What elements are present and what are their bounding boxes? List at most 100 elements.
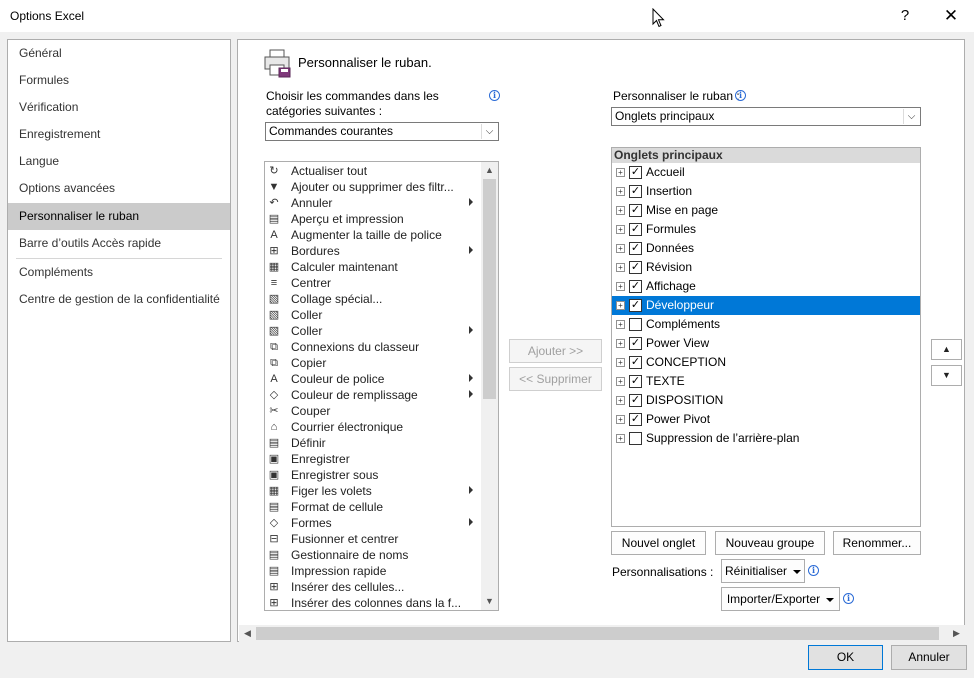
expand-icon[interactable]: + <box>616 206 625 215</box>
expand-icon[interactable]: + <box>616 263 625 272</box>
tree-item[interactable]: + ✓ Insertion <box>612 182 920 201</box>
tab-checkbox[interactable]: ✓ <box>629 356 642 369</box>
tree-item[interactable]: + ✓ CONCEPTION <box>612 353 920 372</box>
expand-icon[interactable]: + <box>616 282 625 291</box>
tree-item[interactable]: + Suppression de l’arrière-plan <box>612 429 920 448</box>
tab-checkbox[interactable]: ✓ <box>629 223 642 236</box>
add-button[interactable]: Ajouter >> <box>509 339 602 363</box>
nav-item[interactable]: Compléments <box>8 259 230 286</box>
expand-icon[interactable]: + <box>616 339 625 348</box>
tab-checkbox[interactable]: ✓ <box>629 299 642 312</box>
list-item[interactable]: ▧ Collage spécial... <box>265 291 481 307</box>
tab-checkbox[interactable]: ✓ <box>629 204 642 217</box>
list-item[interactable]: ⊞ Bordures <box>265 243 481 259</box>
horizontal-scrollbar[interactable]: ◀ ▶ <box>239 625 965 642</box>
tree-item[interactable]: + ✓ Développeur <box>612 296 920 315</box>
nav-item[interactable]: Options avancées <box>8 175 230 202</box>
list-item[interactable]: A Couleur de police <box>265 371 481 387</box>
tab-checkbox[interactable]: ✓ <box>629 261 642 274</box>
tree-item[interactable]: + ✓ DISPOSITION <box>612 391 920 410</box>
nav-item[interactable]: Langue <box>8 148 230 175</box>
tree-item[interactable]: + Compléments <box>612 315 920 334</box>
scroll-down-icon[interactable]: ▼ <box>481 593 498 610</box>
expand-icon[interactable]: + <box>616 434 625 443</box>
tree-item[interactable]: + ✓ Power Pivot <box>612 410 920 429</box>
scroll-right-icon[interactable]: ▶ <box>948 625 965 642</box>
command-category-select[interactable]: Commandes courantes ⌵ <box>265 122 499 141</box>
nav-item[interactable]: Personnaliser le ruban <box>8 203 230 230</box>
info-icon[interactable]: i <box>808 565 819 576</box>
tab-checkbox[interactable]: ✓ <box>629 242 642 255</box>
list-item[interactable]: ▤ Gestionnaire de noms <box>265 547 481 563</box>
new-tab-button[interactable]: Nouvel onglet <box>611 531 706 555</box>
list-item[interactable]: ▣ Enregistrer sous <box>265 467 481 483</box>
move-up-button[interactable]: ▲ <box>931 339 962 360</box>
tree-item[interactable]: + ✓ Power View <box>612 334 920 353</box>
list-item[interactable]: ▤ Aperçu et impression <box>265 211 481 227</box>
new-group-button[interactable]: Nouveau groupe <box>715 531 825 555</box>
tab-checkbox[interactable] <box>629 432 642 445</box>
list-item[interactable]: ▤ Définir <box>265 435 481 451</box>
info-icon[interactable]: i <box>489 90 500 101</box>
tree-item[interactable]: + ✓ Révision <box>612 258 920 277</box>
expand-icon[interactable]: + <box>616 225 625 234</box>
nav-item[interactable]: Formules <box>8 67 230 94</box>
close-button[interactable]: ✕ <box>928 0 974 32</box>
tree-item[interactable]: + ✓ TEXTE <box>612 372 920 391</box>
tab-checkbox[interactable]: ✓ <box>629 394 642 407</box>
tree-item[interactable]: + ✓ Données <box>612 239 920 258</box>
tree-item[interactable]: + ✓ Affichage <box>612 277 920 296</box>
info-icon[interactable]: i <box>735 90 746 101</box>
expand-icon[interactable]: + <box>616 415 625 424</box>
list-item[interactable]: ↶ Annuler <box>265 195 481 211</box>
nav-item[interactable]: Centre de gestion de la confidentialité <box>8 286 230 313</box>
list-item[interactable]: ⧉ Connexions du classeur <box>265 339 481 355</box>
list-item[interactable]: ✂ Couper <box>265 403 481 419</box>
nav-item[interactable]: Barre d’outils Accès rapide <box>8 230 230 257</box>
list-item[interactable]: ▧ Coller <box>265 307 481 323</box>
ribbon-tabs-select[interactable]: Onglets principaux ⌵ <box>611 107 921 126</box>
help-button[interactable]: ? <box>882 0 928 32</box>
ribbon-tabs-tree[interactable]: Onglets principaux + ✓ Accueil + ✓ Insertion +… <box>611 147 921 527</box>
list-item[interactable]: ▣ Enregistrer <box>265 451 481 467</box>
list-item[interactable]: ▤ Impression rapide <box>265 563 481 579</box>
list-item[interactable]: ▧ Coller <box>265 323 481 339</box>
expand-icon[interactable]: + <box>616 244 625 253</box>
ok-button[interactable]: OK <box>808 645 883 670</box>
remove-button[interactable]: << Supprimer <box>509 367 602 391</box>
chevron-down-icon[interactable]: ⌵ <box>481 124 497 139</box>
expand-icon[interactable]: + <box>616 320 625 329</box>
commands-list[interactable]: ⊞ Insérer des colonnes dans la f... ⊞ Insér… <box>264 161 499 611</box>
commands-scrollbar[interactable]: ▲ ▼ <box>481 162 498 610</box>
expand-icon[interactable]: + <box>616 396 625 405</box>
scroll-left-icon[interactable]: ◀ <box>239 625 256 642</box>
list-item[interactable]: ⧉ Copier <box>265 355 481 371</box>
tab-checkbox[interactable]: ✓ <box>629 280 642 293</box>
nav-item[interactable]: Enregistrement <box>8 121 230 148</box>
expand-icon[interactable]: + <box>616 377 625 386</box>
list-item[interactable]: ◇ Formes <box>265 515 481 531</box>
scroll-up-icon[interactable]: ▲ <box>481 162 498 179</box>
expand-icon[interactable]: + <box>616 358 625 367</box>
list-item[interactable]: ▼ Ajouter ou supprimer des filtr... <box>265 179 481 195</box>
list-item[interactable]: ≡ Centrer <box>265 275 481 291</box>
list-item[interactable]: ▦ Calculer maintenant <box>265 259 481 275</box>
tree-item[interactable]: + ✓ Accueil <box>612 163 920 182</box>
rename-button[interactable]: Renommer... <box>833 531 921 555</box>
scroll-thumb[interactable] <box>256 627 939 640</box>
scroll-thumb[interactable] <box>483 179 496 399</box>
list-item[interactable]: ▦ Figer les volets <box>265 483 481 499</box>
tab-checkbox[interactable]: ✓ <box>629 413 642 426</box>
move-down-button[interactable]: ▼ <box>931 365 962 386</box>
list-item[interactable]: ⊟ Fusionner et centrer <box>265 531 481 547</box>
tab-checkbox[interactable]: ✓ <box>629 337 642 350</box>
reset-dropdown[interactable]: Réinitialiser <box>721 559 805 583</box>
tree-item[interactable]: + ✓ Mise en page <box>612 201 920 220</box>
expand-icon[interactable]: + <box>616 301 625 310</box>
list-item[interactable]: ⊞ Insérer des cellules... <box>265 579 481 595</box>
import-export-dropdown[interactable]: Importer/Exporter <box>721 587 840 611</box>
list-item[interactable]: ▤ Format de cellule <box>265 499 481 515</box>
nav-item[interactable]: Général <box>8 40 230 67</box>
list-item[interactable]: A Augmenter la taille de police <box>265 227 481 243</box>
info-icon[interactable]: i <box>843 593 854 604</box>
